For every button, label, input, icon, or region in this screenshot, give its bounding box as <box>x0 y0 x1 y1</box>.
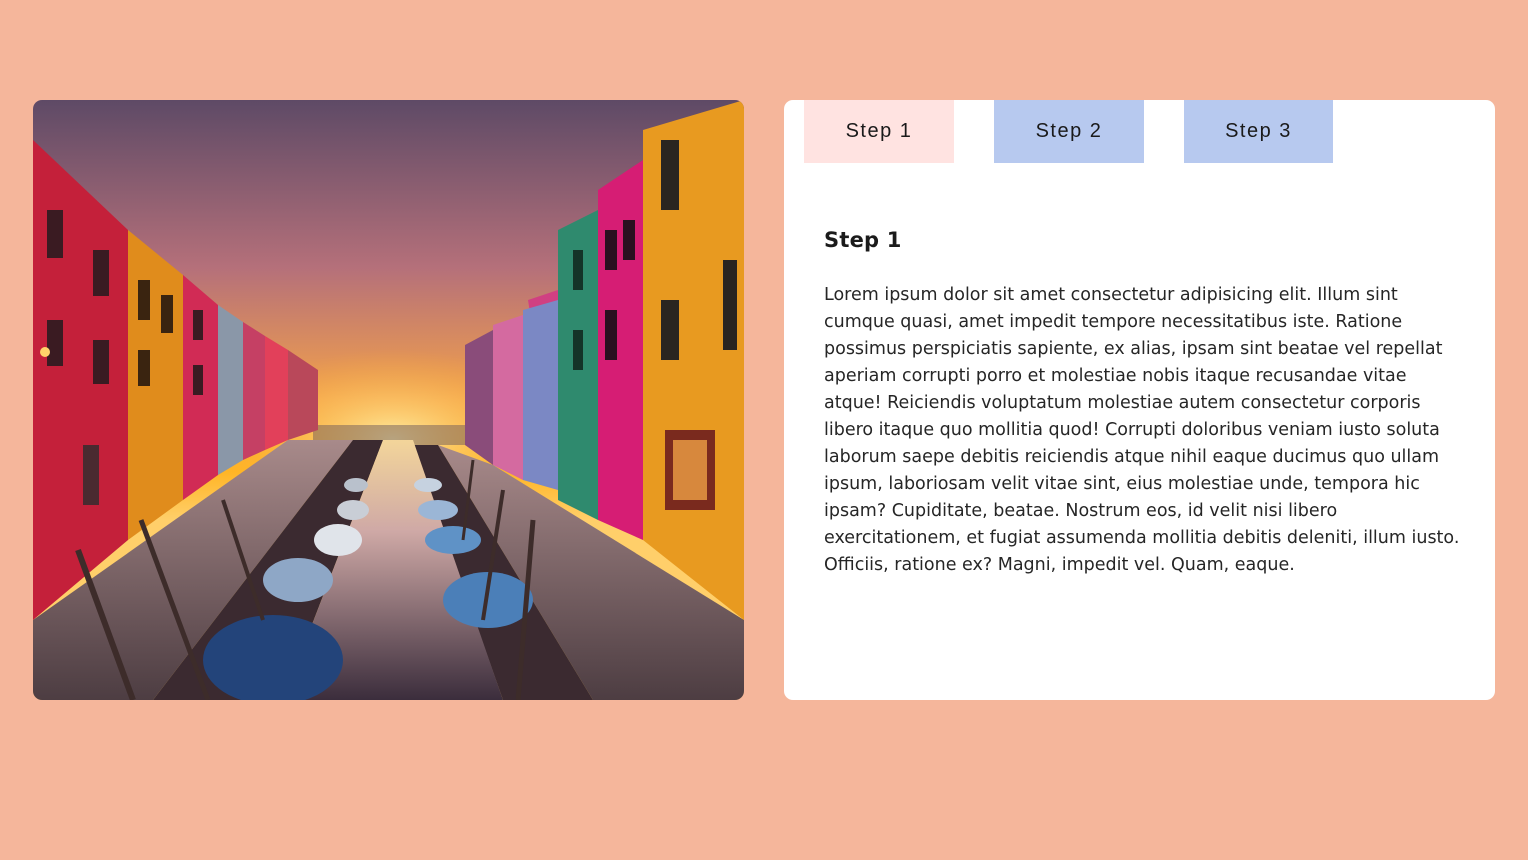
tab-step-3[interactable]: Step 3 <box>1184 100 1333 163</box>
tab-step-1[interactable]: Step 1 <box>804 100 954 163</box>
step-panel-body: Lorem ipsum dolor sit amet consectetur a… <box>824 285 1460 575</box>
steps-card: Step 1 Step 2 Step 3 Step 1 Lorem ipsum … <box>784 100 1495 700</box>
canal-photo <box>33 100 744 700</box>
tab-step-2[interactable]: Step 2 <box>994 100 1144 163</box>
step-panel-title: Step 1 <box>824 228 902 252</box>
step-panel: Step 1 Lorem ipsum dolor sit amet consec… <box>824 228 1464 579</box>
